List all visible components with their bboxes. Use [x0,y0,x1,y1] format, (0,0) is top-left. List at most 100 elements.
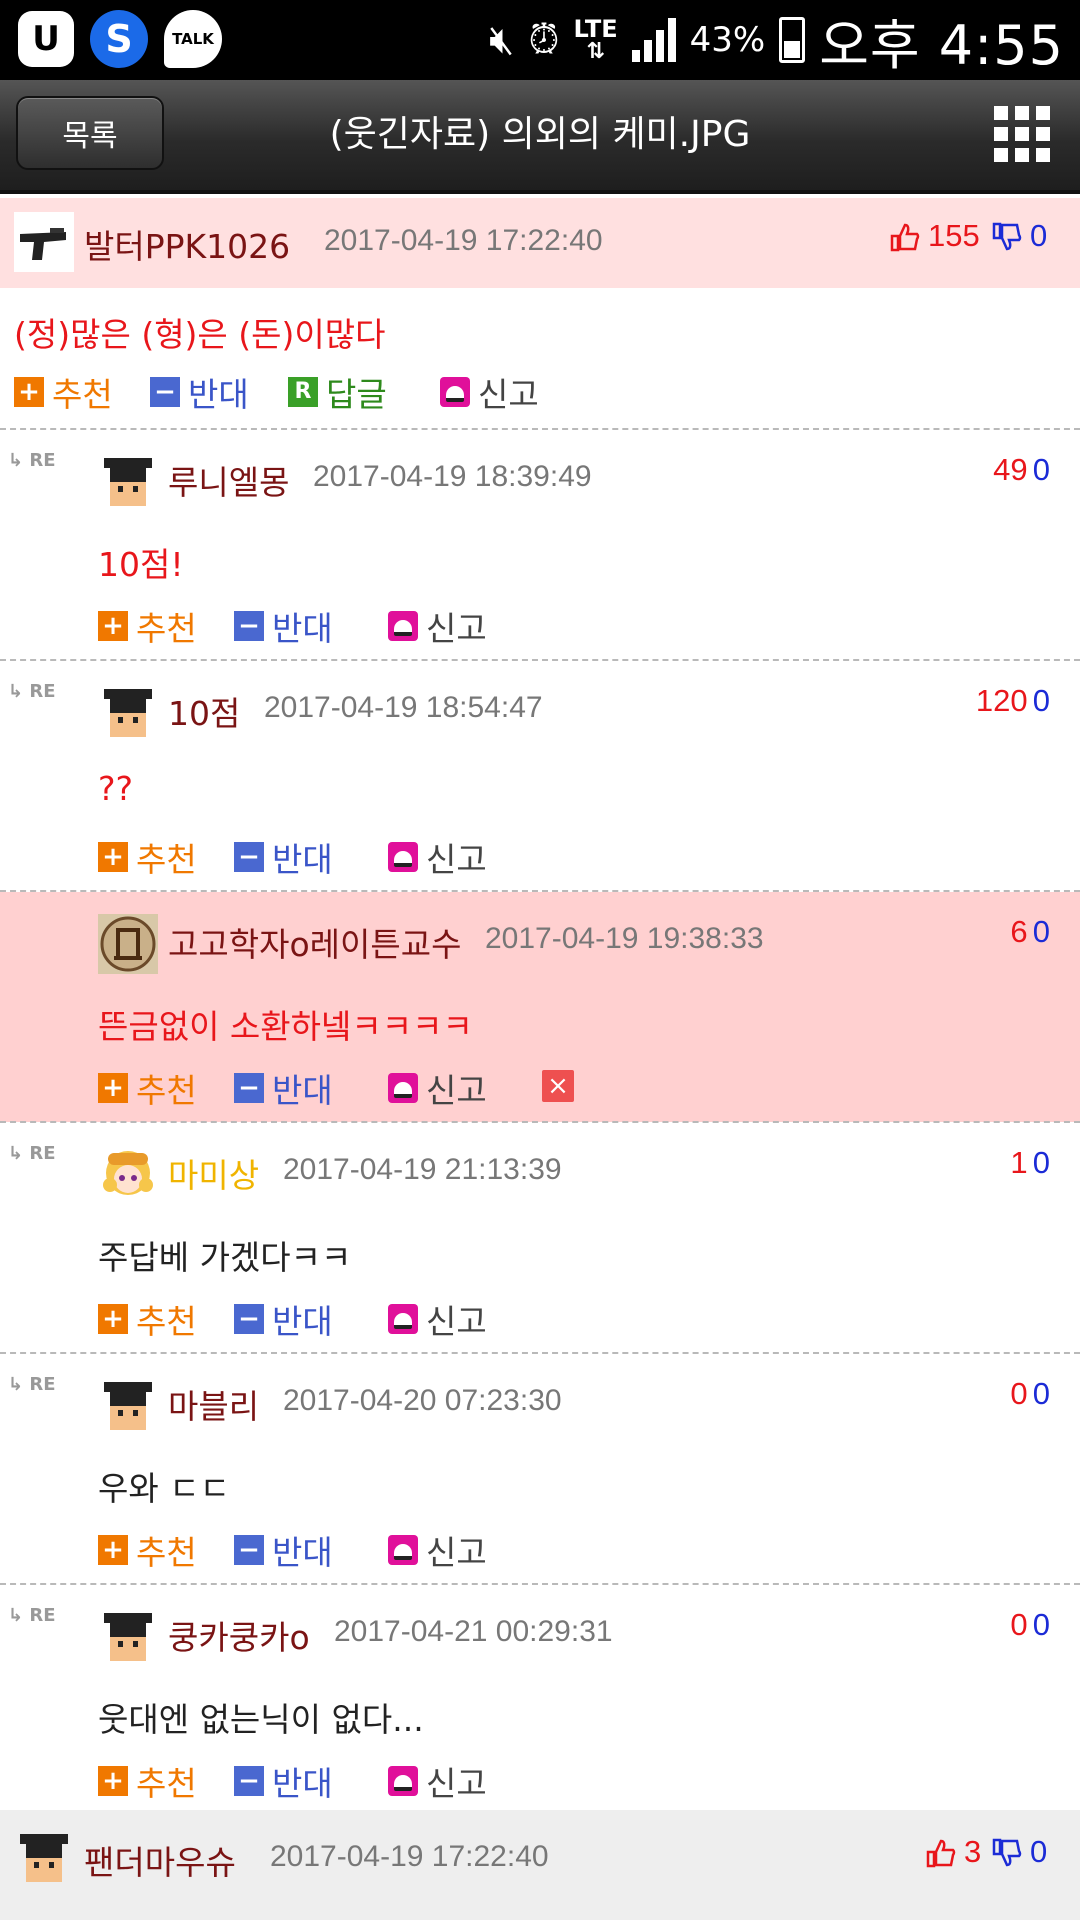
comment-like-count: 1 [1010,1145,1028,1180]
thumbs-down-icon[interactable] [992,222,1022,252]
recommend-button[interactable]: + 추천 [98,833,197,881]
professor-layton-avatar [98,914,158,974]
oppose-button[interactable]: − 반대 [234,1757,333,1805]
thumbs-up-icon[interactable] [890,222,920,252]
comment-author[interactable]: 고고학자o레이튼교수 [168,918,461,966]
pistol-avatar [14,212,74,272]
reply-icon: R [288,377,318,407]
next-post-date: 2017-04-19 17:22:40 [270,1840,549,1873]
next-post-dislike-count: 0 [1030,1834,1048,1869]
plus-icon: + [98,1535,128,1565]
minus-icon: − [234,1535,264,1565]
recommend-button[interactable]: + 추천 [98,1295,197,1343]
page-title: (웃긴자료) 의외의 케미.JPG [329,114,751,155]
battery-icon [779,17,806,63]
graduate-avatar [104,1382,152,1430]
plus-icon: + [98,1304,128,1334]
post-author[interactable]: 발터PPK1026 [84,220,290,268]
reply-indicator: ↳ RE [8,1605,56,1626]
oppose-button[interactable]: − 반대 [234,602,333,650]
oppose-button[interactable]: − 반대 [234,1064,333,1112]
comment-item: ↳ RE 쿵카쿵카o 2017-04-21 00:29:31 0 0 웃대엔 없는닉이 … [0,1585,1080,1816]
system-status: 🔇︎ ⏰︎ LTE ⇅ 43% 오후 4:55 [489,4,1064,77]
comment-votes: 0 0 [1010,1607,1050,1643]
plus-icon: + [98,1073,128,1103]
comment-date: 2017-04-19 18:39:49 [313,460,592,493]
comment-item: 고고학자o레이튼교수 2017-04-19 19:38:33 6 0 뜬금없이 소환하… [0,892,1080,1123]
recommend-button[interactable]: + 추천 [98,1526,197,1574]
post-like-count: 155 [928,218,980,253]
comment-dislike-count: 0 [1032,1145,1050,1180]
siren-icon [388,1535,418,1565]
plus-icon: + [98,1766,128,1796]
recommend-button[interactable]: + 추천 [98,1064,197,1112]
thumbs-up-icon[interactable] [926,1838,956,1868]
comment-votes: 120 0 [976,683,1050,719]
comment-dislike-count: 0 [1032,452,1050,487]
comment-item: ↳ RE 마블리 2017-04-20 07:23:30 0 0 우와 ㄷㄷ + 추천 − 반대… [0,1354,1080,1585]
comment-dislike-count: 0 [1032,683,1050,718]
comment-text: 주답베 가겠다ㅋㅋ [98,1238,352,1277]
thumbs-down-icon[interactable] [992,1838,1022,1868]
report-button[interactable]: 신고 [388,833,487,881]
siren-icon [388,611,418,641]
comment-dislike-count: 0 [1032,1376,1050,1411]
s-app-icon: S [90,10,148,68]
comment-author[interactable]: 마블리 [168,1380,259,1428]
report-button[interactable]: 신고 [388,1295,487,1343]
battery-percent: 43% [689,20,766,60]
comment-votes: 1 0 [1010,1145,1050,1181]
graduate-avatar [104,458,152,506]
comment-author[interactable]: 쿵카쿵카o [168,1611,310,1659]
minus-icon: − [234,1766,264,1796]
minus-icon: − [234,1304,264,1334]
reply-button[interactable]: R 답글 [288,368,387,416]
oppose-button[interactable]: − 반대 [234,1526,333,1574]
recommend-button[interactable]: + 추천 [14,368,113,416]
report-button[interactable]: 신고 [388,602,487,650]
reply-indicator: ↳ RE [8,450,56,471]
report-button[interactable]: 신고 [440,368,539,416]
grid-menu-icon[interactable] [994,106,1050,162]
recommend-button[interactable]: + 추천 [98,602,197,650]
clock: 오후 4:55 [819,13,1064,77]
mute-icon: 🔇︎ [489,17,515,63]
comment-text: 웃대엔 없는닉이 없다... [98,1700,424,1739]
comment-item: ↳ RE 10점 2017-04-19 18:54:47 120 0?? + 추천 − 반대 신… [0,661,1080,892]
minus-icon: − [234,611,264,641]
report-button[interactable]: 신고 [388,1757,487,1805]
report-button[interactable]: 신고 [388,1064,487,1112]
plus-icon: + [98,611,128,641]
comment-dislike-count: 0 [1032,914,1050,949]
graduate-avatar [104,689,152,737]
list-button[interactable]: 목록 [16,96,164,170]
siren-icon [440,377,470,407]
siren-icon [388,842,418,872]
post-body: (정)많은 (형)은 (돈)이많다 + 추천 − 반대 R 답글 신고 [0,288,1080,428]
oppose-button[interactable]: − 반대 [234,1295,333,1343]
comment-text: 10점! [98,545,184,584]
data-arrows-icon: ⇅ [586,39,605,64]
graduate-avatar [104,1613,152,1661]
post-date: 2017-04-19 17:22:40 [324,224,603,257]
recommend-button[interactable]: + 추천 [98,1757,197,1805]
comment-like-count: 49 [993,452,1028,487]
comment-text: 우와 ㄷㄷ [98,1469,230,1508]
report-button[interactable]: 신고 [388,1526,487,1574]
comment-author[interactable]: 10점 [168,687,240,735]
comment-date: 2017-04-19 19:38:33 [485,922,764,955]
oppose-button[interactable]: − 반대 [234,833,333,881]
comment-author[interactable]: 마미상 [168,1149,259,1197]
comment-like-count: 6 [1010,914,1028,949]
signal-icon [631,18,676,62]
close-icon[interactable]: × [542,1070,574,1102]
post-text: (정)많은 (형)은 (돈)이많다 [14,315,386,354]
comment-date: 2017-04-19 18:54:47 [264,691,543,724]
oppose-button[interactable]: − 반대 [150,368,249,416]
comment-date: 2017-04-21 00:29:31 [334,1615,613,1648]
minus-icon: − [234,842,264,872]
network-label: LTE [573,15,618,43]
comment-item: ↳ RE 루니엘몽 2017-04-19 18:39:49 49 0 10점! + 추천 − 반… [0,430,1080,661]
comment-author[interactable]: 루니엘몽 [168,456,289,504]
next-post-author[interactable]: 팬더마우슈 [84,1836,236,1884]
